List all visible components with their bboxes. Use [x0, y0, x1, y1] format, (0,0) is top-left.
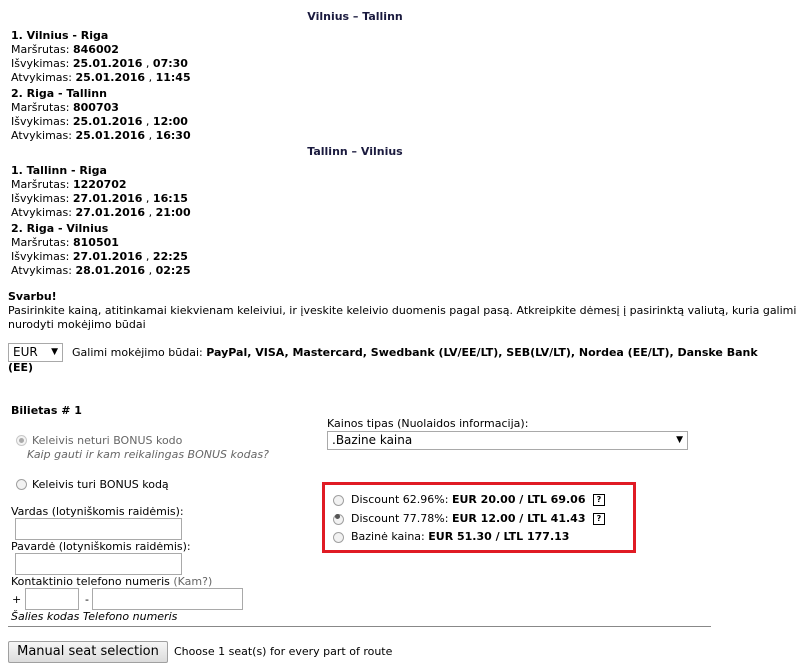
chevron-down-icon: ▼	[676, 435, 683, 445]
discount-option[interactable]: Discount 62.96%: EUR 20.00 / LTL 69.06 ?	[333, 493, 605, 507]
departure-label: Išvykimas:	[11, 57, 70, 70]
phone-hint: Šalies kodas Telefono numeris	[11, 610, 178, 623]
arrival-date: 27.01.2016	[75, 206, 146, 219]
divider	[8, 626, 711, 627]
segment-title: 1. Tallinn - Riga	[11, 164, 107, 177]
departure-label: Išvykimas:	[11, 192, 70, 205]
arrival-time: 21:00	[155, 206, 191, 219]
notice-title: Svarbu!	[8, 290, 57, 303]
discount-price: EUR 51.30 / LTL 177.13	[428, 530, 570, 543]
arrival-date: 28.01.2016	[75, 264, 146, 277]
segment-title: 1. Vilnius - Riga	[11, 29, 109, 42]
route-label: Maršrutas:	[11, 178, 70, 191]
payment-methods-label: Galimi mokėjimo būdai:	[72, 346, 203, 359]
arrival-time: 02:25	[155, 264, 191, 277]
route-label: Maršrutas:	[11, 101, 70, 114]
payment-methods-list-cont: (EE)	[8, 361, 34, 374]
trip-segment: 2. Riga - Vilnius Maršrutas: 810501 Išvy…	[11, 222, 191, 277]
arrival-label: Atvykimas:	[11, 71, 72, 84]
has-bonus-label: Keleivis turi BONUS kodą	[32, 478, 169, 491]
discount-options: Discount 62.96%: EUR 20.00 / LTL 69.06 ?…	[322, 482, 636, 553]
segment-title: 2. Riga - Tallinn	[11, 87, 107, 100]
name-input[interactable]	[15, 518, 182, 540]
phone-dash: -	[85, 593, 89, 606]
discount-price: EUR 20.00 / LTL 69.06	[451, 493, 586, 506]
notice-text-line1: Pasirinkite kainą, atitinkamai kiekviena…	[8, 304, 797, 317]
departure-time: 12:00	[152, 115, 188, 128]
direction-title-return: Tallinn – Vilnius	[307, 145, 403, 158]
arrival-label: Atvykimas:	[11, 264, 72, 277]
price-type-select[interactable]: .Bazine kaina ▼	[327, 431, 688, 450]
currency-selected-value: EUR	[13, 345, 38, 359]
discount-label: Discount 62.96%:	[351, 493, 449, 506]
phone-number-input[interactable]	[92, 588, 243, 610]
help-icon[interactable]: ?	[592, 494, 605, 506]
notice-text-line2: nurodyti mokėjimo būdai	[8, 318, 146, 331]
discount-label: Bazinė kaina:	[351, 530, 425, 543]
segment-title: 2. Riga - Vilnius	[11, 222, 109, 235]
departure-time: 22:25	[152, 250, 188, 263]
name-label: Vardas (lotyniškomis raidėmis):	[11, 505, 184, 518]
country-code-input[interactable]	[25, 588, 79, 610]
route-number: 1220702	[72, 178, 127, 191]
discount-option[interactable]: Discount 77.78%: EUR 12.00 / LTL 41.43 ?	[333, 512, 605, 526]
discount-radio[interactable]	[333, 531, 344, 543]
departure-label: Išvykimas:	[11, 115, 70, 128]
surname-input[interactable]	[15, 553, 182, 575]
chevron-down-icon: ▼	[51, 347, 58, 357]
discount-radio[interactable]	[333, 494, 344, 506]
arrival-time: 11:45	[155, 71, 191, 84]
arrival-label: Atvykimas:	[11, 206, 72, 219]
phone-plus: +	[12, 593, 22, 606]
departure-date: 25.01.2016	[72, 57, 143, 70]
surname-label: Pavardė (lotyniškomis raidėmis):	[11, 540, 191, 553]
price-type-selected-value: .Bazine kaina	[332, 433, 413, 447]
direction-title-outbound: Vilnius – Tallinn	[307, 10, 403, 23]
arrival-time: 16:30	[155, 129, 191, 142]
seat-hint: Choose 1 seat(s) for every part of route	[174, 645, 393, 658]
trip-segment: 1. Tallinn - Riga Maršrutas: 1220702 Išv…	[11, 164, 191, 219]
ticket-title: Bilietas # 1	[11, 404, 82, 417]
help-icon[interactable]: ?	[592, 513, 605, 525]
route-number: 800703	[72, 101, 119, 114]
phone-label-wrap: Kontaktinio telefono numeris (Kam?)	[11, 575, 212, 589]
route-label: Maršrutas:	[11, 236, 70, 249]
departure-date: 25.01.2016	[72, 115, 143, 128]
currency-select[interactable]: EUR ▼	[8, 343, 63, 362]
payment-methods: Galimi mokėjimo būdai: PayPal, VISA, Mas…	[72, 346, 758, 360]
discount-radio[interactable]	[333, 513, 344, 525]
price-type-label: Kainos tipas (Nuolaidos informacija):	[327, 417, 529, 430]
arrival-label: Atvykimas:	[11, 129, 72, 142]
discount-label: Discount 77.78%:	[351, 512, 449, 525]
departure-date: 27.01.2016	[72, 250, 143, 263]
route-number: 810501	[72, 236, 119, 249]
departure-date: 27.01.2016	[72, 192, 143, 205]
phone-label: Kontaktinio telefono numeris	[11, 575, 170, 588]
route-number: 846002	[72, 43, 119, 56]
discount-option[interactable]: Bazinė kaina: EUR 51.30 / LTL 177.13	[333, 530, 569, 544]
departure-time: 16:15	[152, 192, 188, 205]
discount-price: EUR 12.00 / LTL 41.43	[451, 512, 586, 525]
bonus-help-link[interactable]: Kaip gauti ir kam reikalingas BONUS koda…	[27, 448, 269, 462]
route-label: Maršrutas:	[11, 43, 70, 56]
has-bonus-radio[interactable]	[16, 479, 27, 490]
trip-segment: 1. Vilnius - Riga Maršrutas: 846002 Išvy…	[11, 29, 191, 84]
arrival-date: 25.01.2016	[75, 71, 146, 84]
phone-why-link[interactable]: (Kam?)	[173, 575, 212, 588]
departure-time: 07:30	[152, 57, 188, 70]
arrival-date: 25.01.2016	[75, 129, 146, 142]
departure-label: Išvykimas:	[11, 250, 70, 263]
trip-segment: 2. Riga - Tallinn Maršrutas: 800703 Išvy…	[11, 87, 191, 142]
no-bonus-label: Keleivis neturi BONUS kodo	[32, 434, 183, 447]
no-bonus-radio[interactable]	[16, 435, 27, 446]
manual-seat-selection-button[interactable]: Manual seat selection	[8, 641, 168, 663]
payment-methods-list: PayPal, VISA, Mastercard, Swedbank (LV/E…	[206, 346, 758, 359]
